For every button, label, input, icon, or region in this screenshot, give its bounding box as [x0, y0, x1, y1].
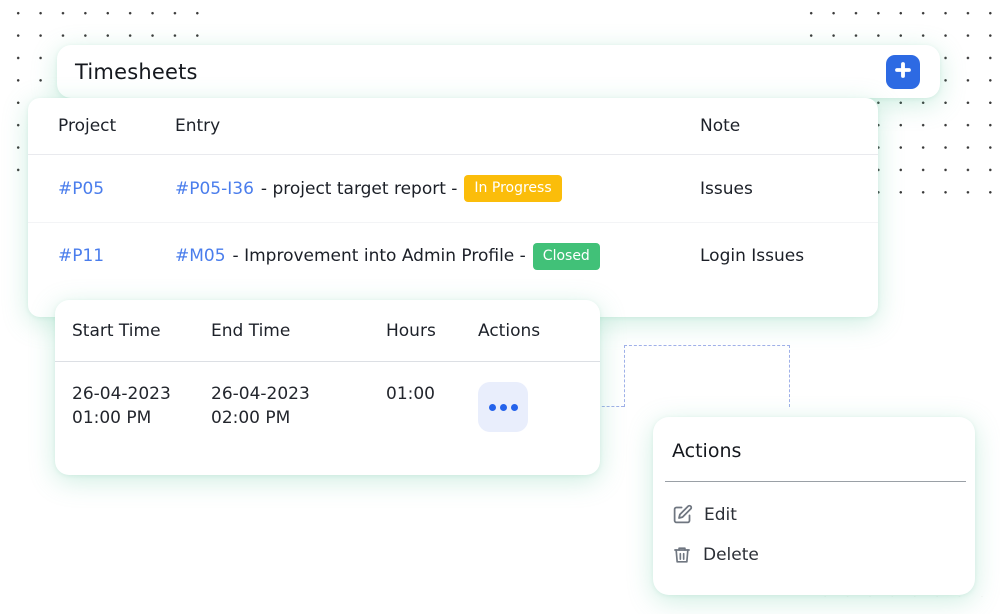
- ellipsis-icon: [489, 404, 518, 411]
- row-actions-button[interactable]: [478, 382, 528, 432]
- timesheet-table-header: Project Entry Note: [28, 98, 878, 155]
- column-header-hours: Hours: [386, 321, 478, 341]
- end-date: 26-04-2023: [211, 382, 386, 406]
- time-entries-header: Start Time End Time Hours Actions: [55, 300, 600, 362]
- column-header-project: Project: [28, 116, 175, 136]
- column-header-entry: Entry: [175, 116, 700, 136]
- status-badge: Closed: [533, 243, 600, 270]
- start-time: 01:00 PM: [72, 406, 211, 430]
- column-header-end-time: End Time: [211, 321, 386, 341]
- actions-menu-list: Edit Delete: [653, 482, 975, 575]
- entry-text: - project target report -: [261, 179, 458, 199]
- menu-item-label: Delete: [703, 545, 759, 565]
- dot-grid-bottom-right: [808, 596, 1000, 614]
- trash-icon: [672, 545, 692, 565]
- actions-popup-title: Actions: [653, 417, 975, 481]
- timesheets-header-card: Timesheets: [57, 45, 940, 98]
- timesheet-table-card: Project Entry Note #P05 #P05-I36 - proje…: [28, 98, 878, 317]
- actions-popup: Actions Edit Delete: [653, 417, 975, 595]
- page-title: Timesheets: [75, 60, 198, 84]
- menu-item-label: Edit: [704, 505, 737, 525]
- project-link[interactable]: #P11: [58, 246, 104, 266]
- column-header-actions: Actions: [478, 321, 600, 341]
- start-date: 26-04-2023: [72, 382, 211, 406]
- end-time: 02:00 PM: [211, 406, 386, 430]
- note-cell: Issues: [700, 179, 878, 199]
- dot-grid-right-column: [984, 412, 1000, 614]
- menu-item-delete[interactable]: Delete: [653, 535, 975, 575]
- table-row: #P05 #P05-I36 - project target report - …: [28, 155, 878, 222]
- note-cell: Login Issues: [700, 246, 878, 266]
- entry-link[interactable]: #M05: [175, 246, 226, 266]
- table-row: #P11 #M05 - Improvement into Admin Profi…: [28, 222, 878, 289]
- start-time-cell: 26-04-2023 01:00 PM: [55, 382, 211, 430]
- entry-text: - Improvement into Admin Profile -: [233, 246, 526, 266]
- hours-cell: 01:00: [386, 384, 478, 404]
- column-header-note: Note: [700, 116, 878, 136]
- plus-icon: [892, 59, 914, 84]
- connector-dashed-line: [624, 345, 790, 407]
- edit-icon: [672, 504, 693, 525]
- time-entry-row: 26-04-2023 01:00 PM 26-04-2023 02:00 PM …: [55, 362, 600, 432]
- end-time-cell: 26-04-2023 02:00 PM: [211, 382, 386, 430]
- column-header-start-time: Start Time: [55, 321, 211, 341]
- status-badge: In Progress: [464, 175, 561, 202]
- project-link[interactable]: #P05: [58, 179, 104, 199]
- menu-item-edit[interactable]: Edit: [653, 494, 975, 535]
- entry-link[interactable]: #P05-I36: [175, 179, 254, 199]
- add-timesheet-button[interactable]: [886, 55, 920, 89]
- time-entries-card: Start Time End Time Hours Actions 26-04-…: [55, 300, 600, 475]
